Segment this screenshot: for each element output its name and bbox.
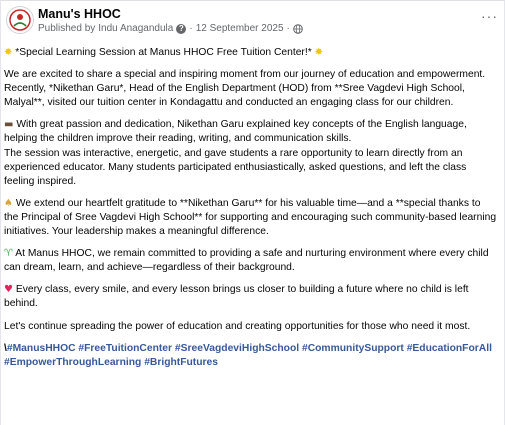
paragraph-text: We extend our heartfelt gratitude to **N… [4, 197, 497, 238]
hashtag-link[interactable]: #CommunitySupport [302, 343, 404, 354]
paragraph-text: Every class, every smile, and every less… [4, 284, 469, 310]
paragraph-text: Let's continue spreading the power of ed… [4, 320, 471, 332]
hashtag-link[interactable]: #FreeTuitionCenter [78, 343, 172, 354]
paragraph-text: We are excited to share a special and in… [4, 69, 486, 81]
post-header: Manu's HHOC Published by Indu Anagandula… [1, 1, 505, 43]
seedling-icon: ♈ [4, 248, 13, 260]
hashtag-link[interactable]: #EducationForAll [407, 343, 492, 354]
laptop-icon: ▬ [4, 119, 14, 131]
more-options-icon[interactable]: ··· [481, 9, 498, 23]
help-icon[interactable]: ? [176, 23, 187, 34]
hashtag-link[interactable]: #ManusHHOC [7, 343, 76, 354]
globe-icon [293, 23, 303, 34]
logo-avatar-icon [8, 8, 32, 32]
author-link[interactable]: Indu Anagandula [98, 23, 173, 34]
hashtag-link[interactable]: #BrightFutures [144, 357, 218, 368]
paragraph-closing: Let's continue spreading the power of ed… [4, 320, 497, 334]
paragraph-intro: We are excited to share a special and in… [4, 68, 497, 110]
paragraph-commitment: ♈ At Manus HHOC, we remain committed to … [4, 247, 497, 275]
hashtag-link[interactable]: #SreeVagdeviHighSchool [175, 343, 299, 354]
page-avatar[interactable] [6, 6, 34, 34]
post-title-line: ✸ *Special Learning Session at Manus HHO… [4, 46, 497, 60]
sparkle-icon: ✸ [4, 47, 13, 58]
praying-hands-icon: ♠ [4, 197, 13, 209]
published-by-label: Published by [38, 23, 96, 34]
hashtag-list: \#ManusHHOC #FreeTuitionCenter #SreeVagd… [4, 342, 497, 370]
hashtag-link[interactable]: #EmpowerThroughLearning [4, 357, 141, 368]
paragraph-text: Recently, *Nikethan Garu*, Head of the E… [4, 83, 465, 109]
heart-icon: ♥ [4, 284, 13, 296]
post-title: *Special Learning Session at Manus HHOC … [15, 47, 312, 58]
post-date[interactable]: 12 September 2025 [196, 23, 284, 34]
post-meta: Published by Indu Anagandula ? · 12 Sept… [38, 23, 303, 34]
paragraph-text: The session was interactive, energetic, … [4, 147, 467, 187]
meta-separator-2: · [286, 23, 290, 34]
paragraph-text: At Manus HHOC, we remain committed to pr… [4, 248, 489, 274]
post-body: ✸ *Special Learning Session at Manus HHO… [4, 46, 497, 378]
facebook-post: Manu's HHOC Published by Indu Anagandula… [0, 0, 505, 425]
page-name[interactable]: Manu's HHOC [38, 7, 121, 21]
paragraph-text: With great passion and dedication, Niket… [4, 119, 467, 145]
meta-separator: · [189, 23, 193, 34]
paragraph-future: ♥ Every class, every smile, and every le… [4, 283, 497, 311]
paragraph-gratitude: ♠ We extend our heartfelt gratitude to *… [4, 197, 497, 239]
paragraph-session: ▬ With great passion and dedication, Nik… [4, 118, 497, 188]
sparkle-icon: ✸ [314, 47, 323, 58]
